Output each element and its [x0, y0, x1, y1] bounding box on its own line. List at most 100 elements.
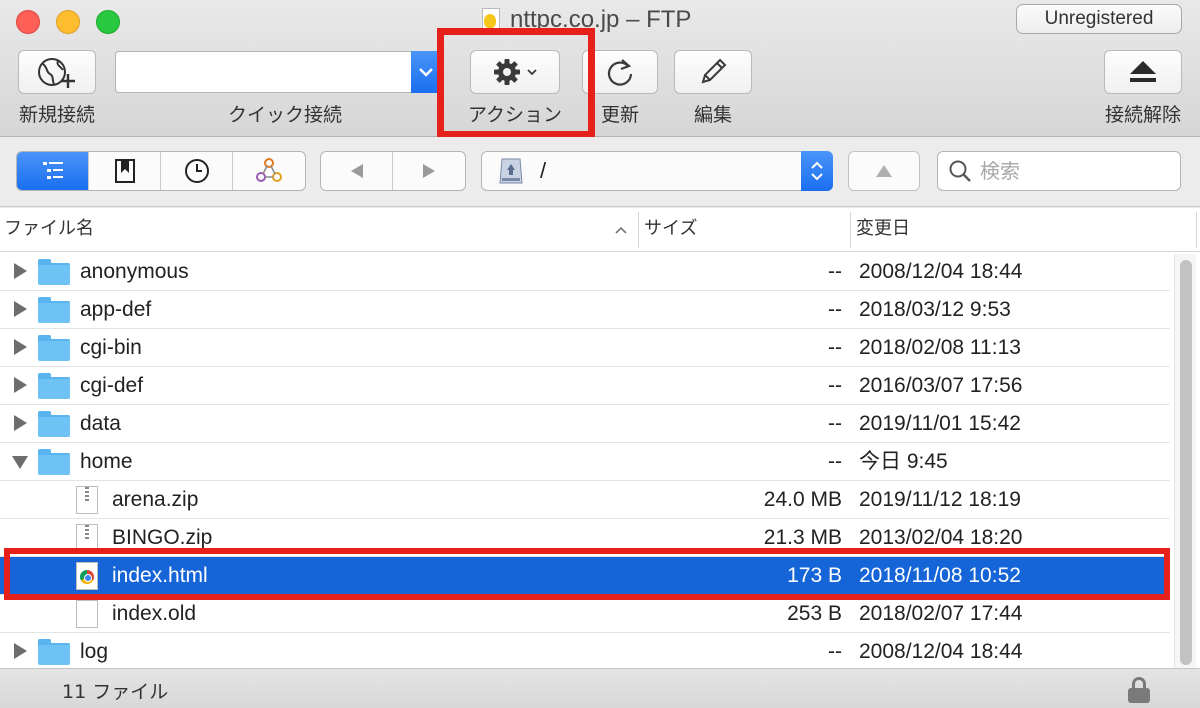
file-size: 253 B	[787, 602, 842, 625]
file-row[interactable]: index.old 253 B 2018/02/07 17:44	[0, 595, 1170, 633]
navigation-bar: /	[0, 137, 1200, 207]
history-tab[interactable]	[161, 152, 233, 190]
file-name: cgi-def	[80, 374, 144, 397]
file-size: 173 B	[787, 564, 842, 587]
file-name: anonymous	[80, 260, 189, 283]
column-header-filename-label: ファイル名	[4, 218, 94, 239]
column-header-modified-label: 変更日	[856, 218, 910, 239]
file-name: index.html	[112, 564, 208, 587]
document-proxy-icon[interactable]	[480, 6, 502, 34]
pencil-icon	[701, 58, 727, 84]
file-name: arena.zip	[112, 488, 199, 511]
search-field[interactable]	[937, 151, 1181, 191]
window-title-area: nttpc.co.jp – FTP	[480, 4, 691, 36]
new-connection-label: 新規接続	[18, 104, 95, 126]
parent-directory-button[interactable]	[848, 151, 920, 191]
file-date: 2013/02/04 18:20	[859, 526, 1023, 549]
clock-icon	[184, 159, 209, 183]
current-path: /	[540, 158, 547, 183]
path-stepper-button[interactable]	[801, 151, 833, 191]
status-bar: 11 ファイル	[0, 668, 1200, 708]
search-input[interactable]	[980, 159, 1170, 183]
outline-view-tab[interactable]	[17, 152, 89, 190]
column-header-modified[interactable]: 変更日	[852, 208, 1196, 252]
disconnect-label: 接続解除	[1104, 104, 1181, 126]
file-row[interactable]: log -- 2008/12/04 18:44	[0, 633, 1170, 671]
folder-icon	[38, 411, 70, 437]
column-header-size[interactable]: サイズ	[640, 208, 848, 252]
zoom-window-button[interactable]	[96, 10, 120, 34]
edit-button[interactable]	[674, 50, 752, 94]
folder-icon	[38, 259, 70, 285]
refresh-button[interactable]	[582, 50, 658, 94]
back-button[interactable]	[321, 152, 393, 190]
file-size: --	[828, 374, 842, 397]
file-size: --	[828, 336, 842, 359]
file-row[interactable]: app-def -- 2018/03/12 9:53	[0, 291, 1170, 329]
folder-icon	[38, 449, 70, 475]
file-size: --	[828, 298, 842, 321]
chevron-down-icon	[527, 69, 537, 76]
file-date: 2018/11/08 10:52	[859, 564, 1021, 587]
file-row[interactable]: cgi-bin -- 2018/02/08 11:13	[0, 329, 1170, 367]
file-row[interactable]: arena.zip 24.0 MB 2019/11/12 18:19	[0, 481, 1170, 519]
column-divider[interactable]	[638, 212, 639, 248]
disclosure-triangle-icon[interactable]	[14, 339, 27, 355]
history-navigation-control	[320, 151, 466, 191]
action-button[interactable]	[470, 50, 560, 94]
chevron-down-icon	[419, 68, 433, 77]
file-browser: ファイル名 サイズ 変更日 anonymous -- 2008/12/04 18…	[0, 208, 1200, 671]
column-divider[interactable]	[850, 212, 851, 248]
file-name: BINGO.zip	[112, 526, 213, 549]
column-header-size-label: サイズ	[644, 218, 698, 239]
path-selector[interactable]: /	[481, 151, 833, 191]
file-row[interactable]: data -- 2019/11/01 15:42	[0, 405, 1170, 443]
file-name: index.old	[112, 602, 197, 625]
new-connection-button[interactable]	[18, 50, 96, 94]
quick-connect-field[interactable]	[115, 51, 441, 93]
bookmarks-tab[interactable]	[89, 152, 161, 190]
minimize-window-button[interactable]	[56, 10, 80, 34]
file-date: 今日 9:45	[859, 450, 948, 473]
quick-connect-dropdown-button[interactable]	[411, 51, 441, 93]
globe-plus-icon	[38, 58, 75, 88]
folder-icon	[38, 639, 70, 665]
gear-icon	[494, 59, 520, 85]
refresh-icon	[607, 59, 633, 86]
file-size: --	[828, 412, 842, 435]
file-row-selected[interactable]: index.html 173 B 2018/11/08 10:52	[0, 557, 1170, 595]
edit-label: 編集	[693, 104, 732, 126]
vertical-scrollbar[interactable]	[1174, 254, 1196, 668]
disclosure-triangle-icon[interactable]	[14, 415, 27, 431]
file-row[interactable]: anonymous -- 2008/12/04 18:44	[0, 253, 1170, 291]
folder-icon	[38, 373, 70, 399]
disconnect-button[interactable]	[1104, 50, 1182, 94]
bonjour-tab[interactable]	[233, 152, 305, 190]
disclosure-triangle-icon[interactable]	[14, 301, 27, 317]
disclosure-triangle-icon[interactable]	[14, 377, 27, 393]
disclosure-triangle-icon[interactable]	[14, 643, 27, 659]
disclosure-triangle-icon[interactable]	[14, 263, 27, 279]
close-window-button[interactable]	[16, 10, 40, 34]
forward-button[interactable]	[393, 152, 465, 190]
triangle-up-icon	[876, 165, 892, 177]
file-date: 2018/02/08 11:13	[859, 336, 1021, 359]
chevron-down-icon	[811, 173, 823, 181]
scrollbar-thumb[interactable]	[1180, 260, 1192, 665]
file-row[interactable]: home -- 今日 9:45	[0, 443, 1170, 481]
folder-icon	[38, 297, 70, 323]
unregistered-badge[interactable]: Unregistered	[1016, 4, 1182, 34]
file-row[interactable]: BINGO.zip 21.3 MB 2013/02/04 18:20	[0, 519, 1170, 557]
file-name: home	[80, 450, 133, 473]
quick-connect-label: クイック接続	[227, 104, 342, 126]
column-header-filename[interactable]: ファイル名	[0, 208, 636, 252]
file-date: 2018/03/12 9:53	[859, 298, 1011, 321]
disclosure-triangle-expanded-icon[interactable]	[12, 456, 28, 469]
chrome-html-file-icon	[76, 562, 98, 590]
file-size: 21.3 MB	[763, 526, 842, 549]
file-row[interactable]: cgi-def -- 2016/03/07 17:56	[0, 367, 1170, 405]
file-name: data	[80, 412, 121, 435]
quick-connect-input[interactable]	[116, 52, 412, 92]
file-name: cgi-bin	[80, 336, 142, 359]
column-header-row: ファイル名 サイズ 変更日	[0, 208, 1200, 252]
